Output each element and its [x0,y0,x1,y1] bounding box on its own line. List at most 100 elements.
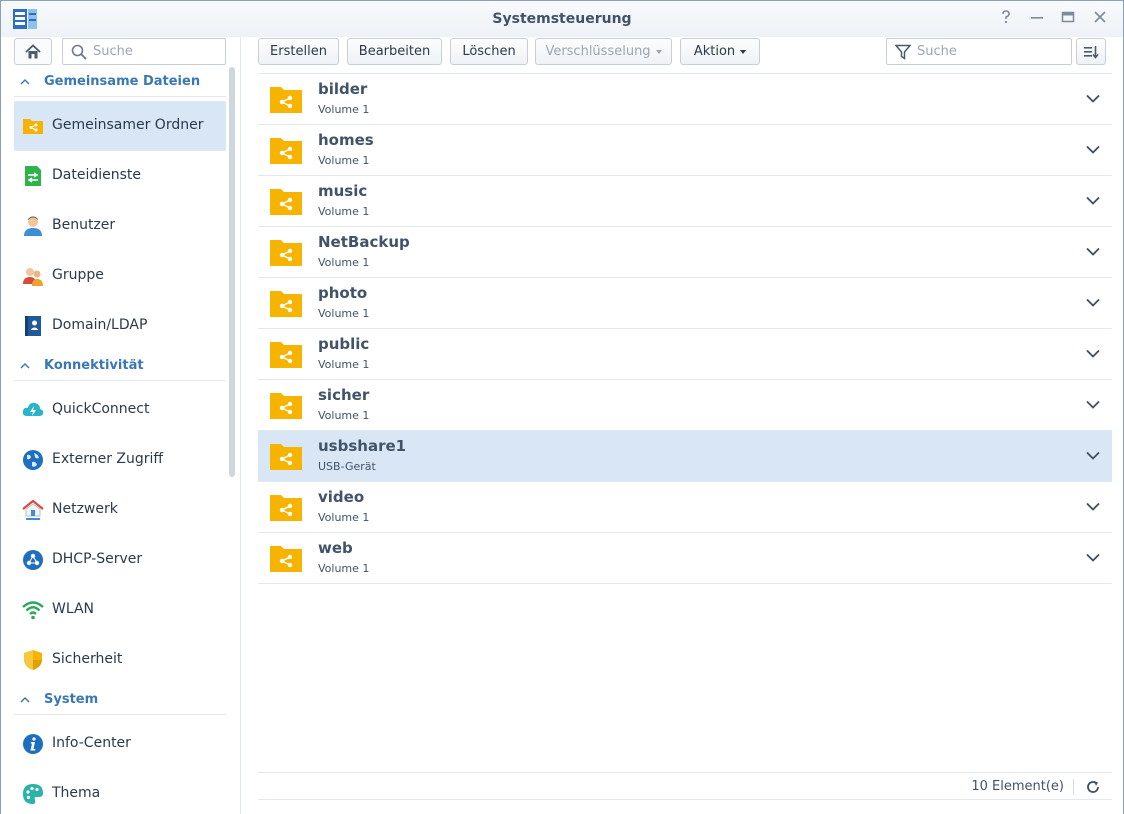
shared-folder-list: bilder Volume 1 homes Volume 1 music Vol… [258,73,1112,584]
folder-location: Volume 1 [318,562,370,575]
sidebar: Gemeinsame Dateien Gemeinsamer Ordner Da… [1,37,241,814]
delete-button[interactable]: Löschen [450,38,528,65]
chevron-down-icon[interactable] [1086,451,1100,460]
sidebar-item-label: Netzwerk [52,501,118,517]
folder-row-public[interactable]: public Volume 1 [258,329,1112,380]
edit-button[interactable]: Bearbeiten [347,38,442,65]
folder-row-web[interactable]: web Volume 1 [258,533,1112,584]
sidebar-item-security[interactable]: Sicherheit [14,635,226,685]
sidebar-scrollbar[interactable] [229,67,235,477]
folder-location: Volume 1 [318,205,370,218]
sidebar-item-label: Domain/LDAP [52,317,148,333]
sidebar-item-file-services[interactable]: Dateidienste [14,151,226,201]
encryption-dropdown-button[interactable]: Verschlüsselung [535,38,672,65]
shared-folder-icon [270,444,302,470]
sidebar-item-label: WLAN [52,601,95,617]
folder-name: video [318,488,365,506]
folder-location: Volume 1 [318,154,370,167]
sidebar-search-input[interactable] [93,44,218,59]
folder-location: USB-Gerät [318,460,376,473]
section-label: Konnektivität [44,358,144,373]
sidebar-item-wlan[interactable]: WLAN [14,585,226,635]
palette-icon [23,784,43,804]
sidebar-search[interactable] [62,38,226,65]
shield-icon [24,650,42,670]
chevron-down-icon[interactable] [1086,94,1100,103]
chevron-down-icon[interactable] [1086,298,1100,307]
sort-button[interactable] [1076,38,1106,65]
folder-name: web [318,539,353,557]
section-header-system[interactable]: System [14,685,226,715]
shared-folder-icon [270,342,302,368]
folder-location: Volume 1 [318,358,370,371]
folder-row-video[interactable]: video Volume 1 [258,482,1112,533]
shared-folder-icon [270,291,302,317]
info-icon [23,734,43,754]
folder-location: Volume 1 [318,103,370,116]
filter-search[interactable] [886,38,1072,65]
folder-name: NetBackup [318,233,410,251]
chevron-down-icon[interactable] [1086,349,1100,358]
chevron-down-icon[interactable] [1086,400,1100,409]
window-title: Systemsteuerung [492,11,632,27]
sidebar-item-label: Dateidienste [52,167,142,183]
caret-down-icon [655,49,662,54]
group-icon [23,268,43,286]
refresh-icon[interactable] [1086,780,1100,794]
section-header-shared-files[interactable]: Gemeinsame Dateien [14,67,226,97]
control-panel-window: Systemsteuerung Gemeinsame Dateien [0,0,1124,814]
chevron-down-icon[interactable] [1086,247,1100,256]
folder-row-netbackup[interactable]: NetBackup Volume 1 [258,227,1112,278]
minimize-icon[interactable] [1028,10,1046,28]
wifi-icon [22,601,44,620]
maximize-icon[interactable] [1059,10,1077,28]
chevron-down-icon[interactable] [1086,145,1100,154]
folder-row-usbshare1[interactable]: usbshare1 USB-Gerät [258,431,1112,482]
folder-name: sicher [318,386,370,404]
sidebar-item-theme[interactable]: Thema [14,769,226,814]
folder-name: homes [318,131,374,149]
chevron-down-icon[interactable] [1086,196,1100,205]
caret-down-icon [740,49,747,54]
sidebar-item-shared-folder[interactable]: Gemeinsamer Ordner [14,101,226,151]
sidebar-item-dhcp-server[interactable]: DHCP-Server [14,535,226,585]
shared-folder-icon [270,189,302,215]
folder-location: Volume 1 [318,409,370,422]
folder-name: public [318,335,370,353]
chevron-down-icon[interactable] [1086,553,1100,562]
folder-row-homes[interactable]: homes Volume 1 [258,125,1112,176]
filter-icon [895,44,911,60]
filter-search-input[interactable] [917,44,1042,59]
action-dropdown-button[interactable]: Aktion [680,38,760,65]
sidebar-item-network[interactable]: Netzwerk [14,485,226,535]
section-header-connectivity[interactable]: Konnektivität [14,351,226,381]
folder-name: music [318,182,368,200]
home-button[interactable] [14,38,52,65]
shared-folder-icon [270,393,302,419]
shared-folder-icon [270,495,302,521]
sidebar-item-domain-ldap[interactable]: Domain/LDAP [14,301,226,351]
close-icon[interactable] [1091,10,1109,28]
folder-name: bilder [318,80,368,98]
dhcp-icon [23,550,43,570]
folder-row-sicher[interactable]: sicher Volume 1 [258,380,1112,431]
create-button[interactable]: Erstellen [258,38,339,65]
sidebar-item-group[interactable]: Gruppe [14,251,226,301]
folder-row-photo[interactable]: photo Volume 1 [258,278,1112,329]
title-bar[interactable]: Systemsteuerung [1,1,1123,37]
folder-name: usbshare1 [318,437,407,455]
sidebar-item-info-center[interactable]: Info-Center [14,719,226,769]
folder-row-music[interactable]: music Volume 1 [258,176,1112,227]
sidebar-item-users[interactable]: Benutzer [14,201,226,251]
help-icon[interactable] [997,10,1015,28]
chevron-up-icon [20,79,30,85]
chevron-down-icon[interactable] [1086,502,1100,511]
folder-row-bilder[interactable]: bilder Volume 1 [258,74,1112,125]
search-icon [71,44,87,60]
sidebar-item-label: Externer Zugriff [52,451,164,467]
sidebar-item-external-access[interactable]: Externer Zugriff [14,435,226,485]
file-services-icon [25,166,41,186]
sidebar-item-quickconnect[interactable]: QuickConnect [14,385,226,435]
folder-location: Volume 1 [318,511,370,524]
folder-location: Volume 1 [318,256,370,269]
